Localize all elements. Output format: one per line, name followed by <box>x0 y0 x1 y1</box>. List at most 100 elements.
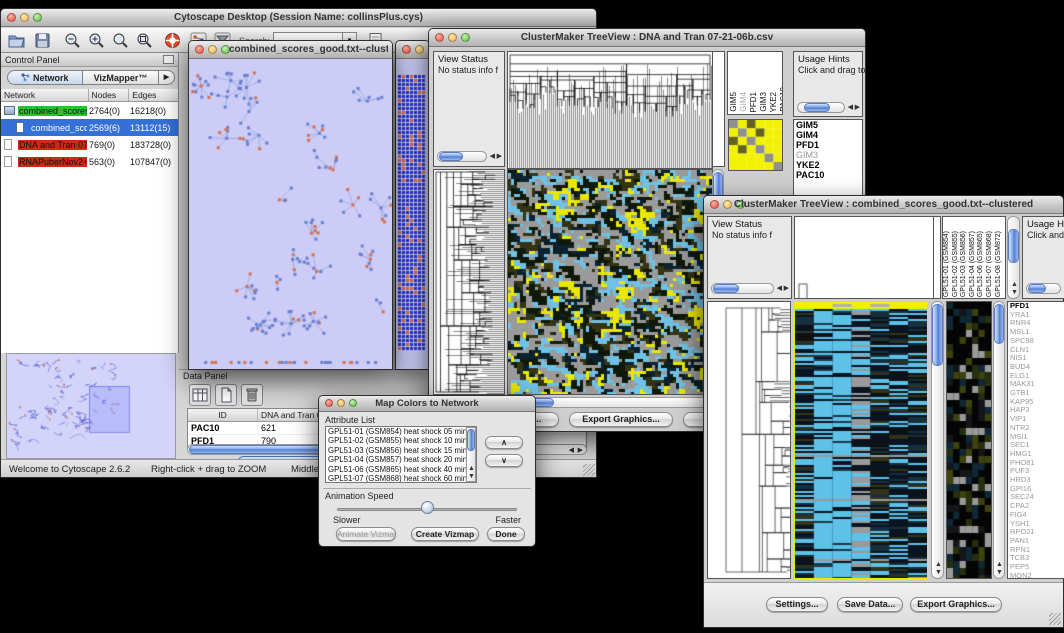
tv2-vscrollbar[interactable]: ▲ ▼ <box>931 301 944 579</box>
gene-label[interactable]: PAC10 <box>794 170 862 180</box>
scroll-right-icon[interactable]: ▶ <box>784 285 789 292</box>
scroll-down-icon[interactable]: ▼ <box>1011 289 1018 296</box>
tv2-column-label[interactable]: GPL51-01 (GSM854) <box>943 231 952 297</box>
attribute-select-icon[interactable] <box>189 384 211 406</box>
tv2-gene-list[interactable]: PFD1YRA1RNR4MSL1SPC98CLN1NIS1BUD4ELG1MAK… <box>1007 301 1064 579</box>
resize-grip[interactable] <box>583 464 595 476</box>
gene-label[interactable]: YKE2 <box>794 160 862 170</box>
scroll-up-icon[interactable]: ▲ <box>935 561 942 568</box>
scroll-down-icon[interactable]: ▼ <box>468 473 475 480</box>
tv2-column-label[interactable]: GPL51-06 (GSM865) <box>977 231 986 297</box>
tv2-zoom-heatmap[interactable] <box>946 301 992 579</box>
tv1-column-label[interactable]: GIM5 <box>729 92 738 112</box>
tv1-row-dendrogram[interactable] <box>433 169 505 395</box>
zoom-selected-icon[interactable] <box>135 31 154 50</box>
create-vizmap-button[interactable]: Create Vizmap <box>411 527 479 541</box>
scroll-left-icon[interactable]: ◀ <box>848 104 853 111</box>
minimize-button[interactable] <box>208 45 217 54</box>
tv1-export-graphics-button[interactable]: Export Graphics... <box>569 412 673 427</box>
tv2-row-dendrogram[interactable] <box>707 301 791 579</box>
close-button[interactable] <box>195 45 204 54</box>
network-table-row[interactable]: DNA and Tran 07 769(0) 183728(0) <box>1 136 178 153</box>
tv1-hints-hscrollbar[interactable] <box>797 102 845 113</box>
tv2-column-dendrogram[interactable] <box>794 216 934 299</box>
animate-vizmap-button[interactable]: Animate Vizmap <box>336 527 396 541</box>
gene-label[interactable]: GIM4 <box>794 130 862 140</box>
treeview1-titlebar[interactable]: ClusterMaker TreeView : DNA and Tran 07-… <box>429 29 865 47</box>
scroll-right-icon[interactable]: ▶ <box>855 104 860 111</box>
scroll-left-icon[interactable]: ◀ <box>777 285 782 292</box>
attribute-item[interactable]: GPL51-03 (GSM856) heat shock 15 min <box>326 446 476 455</box>
network-table-row[interactable]: RNAPuberNov2+ 563(0) 107847(0) <box>1 153 178 170</box>
scroll-down-icon[interactable]: ▼ <box>935 569 942 576</box>
attribute-item[interactable]: GPL51-07 (GSM868) heat shock 60 min <box>326 474 476 483</box>
network-window-1-titlebar[interactable]: combined_scores_good.txt--cluste... <box>189 41 392 59</box>
scroll-up-icon[interactable]: ▲ <box>996 561 1003 568</box>
resize-grip[interactable] <box>1049 613 1061 625</box>
network-window-2-titlebar[interactable] <box>396 41 429 59</box>
map-dialog-titlebar[interactable]: Map Colors to Network <box>319 396 535 412</box>
tv2-settings-button[interactable]: Settings... <box>766 597 828 612</box>
scroll-right-icon[interactable]: ▶ <box>578 447 583 454</box>
network-table-row[interactable]: combined_scores 2764(0) 16218(0) <box>1 102 178 119</box>
tv1-expression-heatmap[interactable] <box>507 169 713 395</box>
tv1-column-label[interactable]: PFD1 <box>749 92 758 112</box>
attr-col-id[interactable]: ID <box>188 409 258 421</box>
attribute-item[interactable]: GPL51-01 (GSM854) heat shock 05 min <box>326 427 476 436</box>
col-network[interactable]: Network <box>1 89 89 102</box>
move-up-button[interactable]: ∧ <box>485 436 523 449</box>
tv2-zoom-vscrollbar[interactable]: ▲ ▼ <box>993 301 1005 579</box>
gene-label[interactable]: PFD1 <box>794 140 862 150</box>
tv1-column-labels[interactable]: GIM5GIM4PFD1GIM3YKE2PAC10 <box>727 51 783 115</box>
tv2-column-labels[interactable]: GPL51-01 (GSM854)GPL51-02 (GSM855)GPL51-… <box>942 216 1006 299</box>
gene-label[interactable]: GIM5 <box>794 120 862 130</box>
zoom-fit-icon[interactable] <box>111 31 130 50</box>
save-icon[interactable] <box>33 31 52 50</box>
tv1-column-label[interactable]: GIM3 <box>759 92 768 112</box>
network-table-row[interactable]: combined_sco 2569(6) 13112(15) <box>1 119 178 136</box>
attribute-item[interactable]: GPL51-04 (GSM857) heat shock 20 min <box>326 455 476 464</box>
minimize-button[interactable] <box>415 45 424 54</box>
tv2-status-hscrollbar[interactable] <box>711 283 774 294</box>
tv2-column-label[interactable]: GPL51-03 (GSM856) <box>960 231 969 297</box>
attribute-item[interactable]: GPL51-02 (GSM855) heat shock 10 min <box>326 436 476 445</box>
move-down-button[interactable]: ∨ <box>485 454 523 467</box>
scroll-left-icon[interactable]: ◀ <box>490 153 495 160</box>
open-file-icon[interactable] <box>7 31 26 50</box>
col-nodes[interactable]: Nodes <box>89 89 130 102</box>
network-canvas-1[interactable] <box>189 59 392 369</box>
tv2-expression-heatmap[interactable] <box>794 301 928 579</box>
tab-overflow-button[interactable]: ▶ <box>159 70 175 85</box>
tv1-hscrollbar[interactable] <box>507 397 711 408</box>
attribute-list[interactable]: GPL51-01 (GSM854) heat shock 05 minGPL51… <box>325 426 477 483</box>
zoom-out-icon[interactable] <box>63 31 82 50</box>
done-button[interactable]: Done <box>487 527 525 541</box>
tv1-column-label[interactable]: PAC10 <box>779 87 783 112</box>
tv2-column-label[interactable]: GPL51-02 (GSM855) <box>952 231 961 297</box>
attribute-item[interactable]: GPL51-06 (GSM865) heat shock 40 min <box>326 465 476 474</box>
tv1-status-hscrollbar[interactable] <box>437 151 487 162</box>
tv2-column-label[interactable]: GPL51-07 (GSM868) <box>986 231 995 297</box>
scroll-right-icon[interactable]: ▶ <box>497 153 502 160</box>
scroll-up-icon[interactable]: ▲ <box>468 465 475 472</box>
gene-label[interactable]: MON2 <box>1008 572 1064 579</box>
network-canvas-2[interactable] <box>396 59 429 369</box>
tv2-column-label[interactable]: GPL51-08 (GSM872) <box>995 231 1004 297</box>
treeview2-titlebar[interactable]: ClusterMaker TreeView : combined_scores_… <box>704 196 1063 214</box>
gene-label[interactable]: GIM3 <box>794 150 862 160</box>
tv1-correlation-heatmap[interactable] <box>728 119 783 171</box>
tab-vizmapper[interactable]: VizMapper™ <box>83 70 159 85</box>
tv1-column-dendrogram[interactable] <box>507 51 713 169</box>
zoom-in-icon[interactable] <box>87 31 106 50</box>
tab-network[interactable]: Network <box>7 70 83 85</box>
tv2-hints-hscrollbar[interactable] <box>1026 283 1061 294</box>
new-attribute-icon[interactable] <box>215 384 237 406</box>
slider-thumb[interactable] <box>421 501 434 514</box>
col-edges[interactable]: Edges <box>129 89 178 102</box>
tv2-save-data-button[interactable]: Save Data... <box>837 597 903 612</box>
scroll-up-icon[interactable]: ▲ <box>1011 281 1018 288</box>
scroll-down-icon[interactable]: ▼ <box>996 569 1003 576</box>
tv2-export-graphics-button[interactable]: Export Graphics... <box>910 597 1002 612</box>
network-overview-thumbnail[interactable] <box>6 353 176 459</box>
tv2-labels-vscrollbar[interactable]: ▲ ▼ <box>1007 216 1020 299</box>
